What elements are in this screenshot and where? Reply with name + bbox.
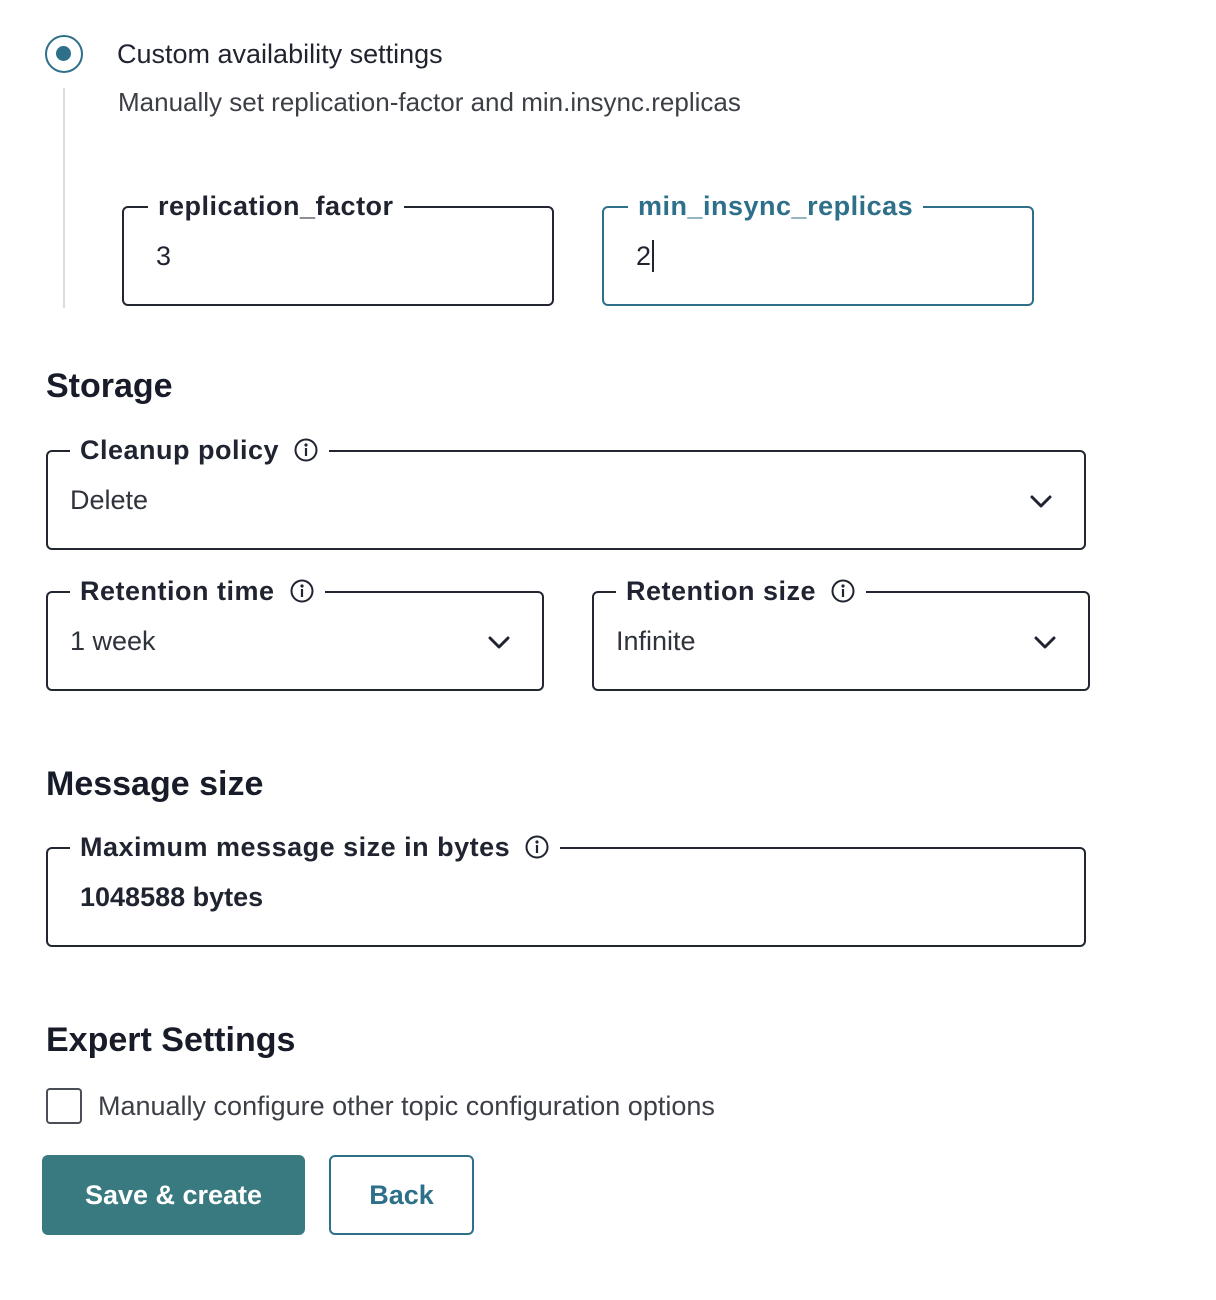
retention-time-label: Retention time [70, 573, 325, 609]
cleanup-policy-label-text: Cleanup policy [80, 435, 280, 465]
chevron-down-icon [488, 636, 510, 649]
replication-factor-label-text: replication_factor [158, 191, 394, 221]
cleanup-policy-label: Cleanup policy [70, 432, 330, 468]
text-cursor [652, 239, 655, 272]
max-message-size-label-text: Maximum message size in bytes [80, 832, 511, 862]
min-insync-replicas-field[interactable]: min_insync_replicas 2 [602, 188, 1034, 306]
cleanup-policy-select[interactable]: Cleanup policy Delete [46, 432, 1086, 550]
min-insync-replicas-label-text: min_insync_replicas [638, 191, 914, 221]
custom-availability-label[interactable]: Custom availability settings [117, 36, 443, 72]
expert-settings-heading: Expert Settings [46, 1021, 296, 1059]
max-message-size-value: 1048588 bytes [80, 882, 264, 912]
retention-time-label-text: Retention time [80, 576, 275, 606]
info-circle-icon[interactable] [524, 834, 550, 860]
chevron-down-icon [1034, 636, 1056, 649]
retention-size-value: Infinite [616, 626, 696, 656]
min-insync-replicas-value: 2 [636, 238, 655, 274]
retention-time-select[interactable]: Retention time 1 week [46, 573, 544, 691]
manual-config-label[interactable]: Manually configure other topic configura… [98, 1088, 715, 1124]
storage-heading: Storage [46, 367, 173, 405]
custom-availability-radio[interactable] [45, 35, 83, 73]
cleanup-policy-value: Delete [70, 485, 149, 515]
radio-section-divider [63, 88, 65, 308]
back-button[interactable]: Back [329, 1155, 474, 1235]
custom-availability-description: Manually set replication-factor and min.… [118, 87, 741, 117]
info-circle-icon[interactable] [289, 578, 315, 604]
min-insync-replicas-label: min_insync_replicas [628, 188, 924, 224]
replication-factor-label: replication_factor [148, 188, 404, 224]
min-insync-replicas-value-text: 2 [636, 241, 652, 271]
message-size-heading: Message size [46, 765, 264, 803]
max-message-size-label: Maximum message size in bytes [70, 829, 561, 865]
radio-selected-dot [56, 46, 71, 61]
retention-size-select[interactable]: Retention size Infinite [592, 573, 1090, 691]
info-circle-icon[interactable] [830, 578, 856, 604]
save-create-button[interactable]: Save & create [42, 1155, 305, 1235]
chevron-down-icon [1030, 495, 1052, 508]
info-circle-icon[interactable] [293, 437, 319, 463]
replication-factor-field[interactable]: replication_factor 3 [122, 188, 554, 306]
retention-time-value: 1 week [70, 626, 156, 656]
manual-config-checkbox[interactable] [46, 1088, 82, 1124]
retention-size-label-text: Retention size [626, 576, 817, 606]
max-message-size-field[interactable]: Maximum message size in bytes 1048588 by… [46, 829, 1086, 947]
replication-factor-value: 3 [156, 241, 172, 271]
retention-size-label: Retention size [616, 573, 867, 609]
